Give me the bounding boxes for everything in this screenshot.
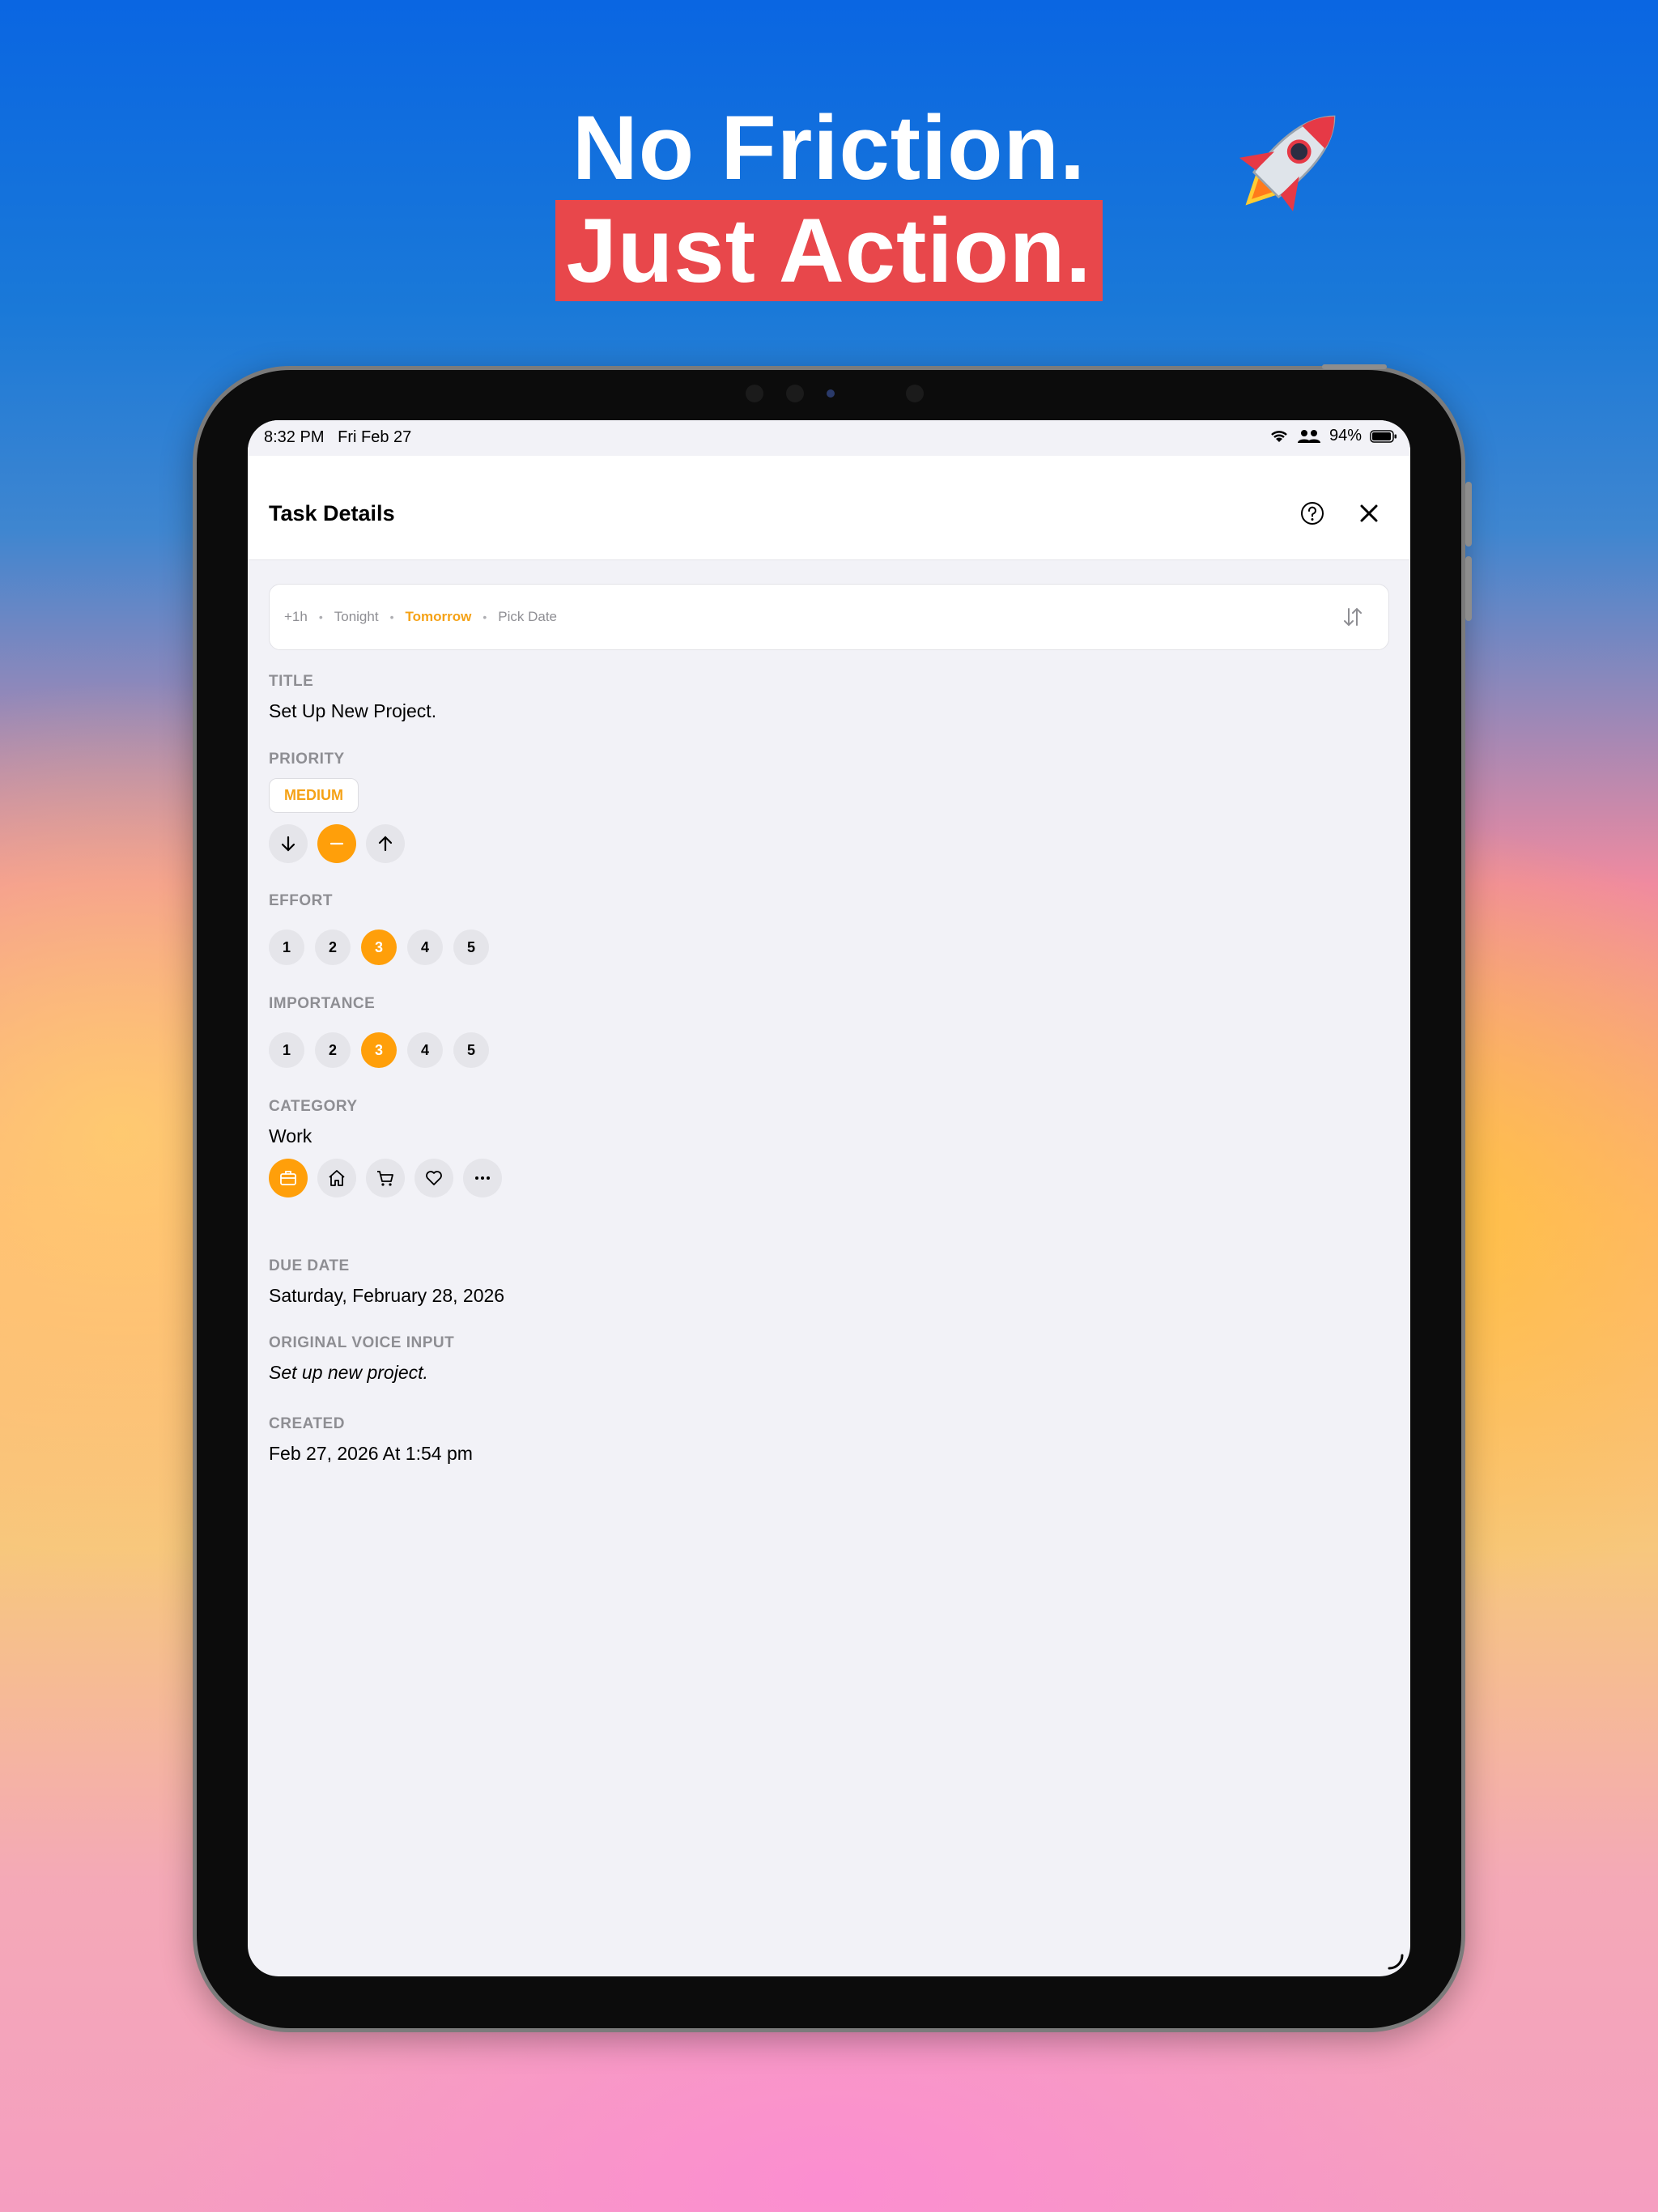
separator: •: [483, 610, 487, 623]
status-time: 8:32 PM Fri Feb 27: [264, 428, 411, 447]
status-clock: 8:32 PM: [264, 428, 325, 446]
due-date-label: DUE DATE: [269, 1257, 350, 1274]
priority-field: PRIORITY MEDIUM: [269, 751, 405, 863]
quick-option-pick-date[interactable]: Pick Date: [498, 609, 557, 625]
title-field: TITLE Set Up New Project.: [269, 673, 436, 722]
arrow-down-icon: [281, 836, 295, 852]
effort-option[interactable]: 4: [407, 929, 443, 965]
category-options: [269, 1159, 502, 1197]
volume-button: [1465, 482, 1472, 547]
priority-up-button[interactable]: [366, 824, 405, 863]
separator: •: [318, 610, 323, 623]
headline-line-1: No Friction.: [572, 97, 1086, 198]
people-icon: [1297, 429, 1320, 443]
battery-percent: 94%: [1329, 427, 1362, 445]
resize-handle-icon[interactable]: [1386, 1952, 1404, 1970]
status-bar: 8:32 PM Fri Feb 27 94%: [248, 420, 1410, 456]
sort-icon[interactable]: [1341, 606, 1364, 628]
category-home-button[interactable]: [317, 1159, 356, 1197]
briefcase-icon: [280, 1171, 296, 1185]
battery-icon: [1370, 429, 1397, 443]
priority-down-button[interactable]: [269, 824, 308, 863]
category-value: Work: [269, 1125, 312, 1146]
voice-input-field: ORIGINAL VOICE INPUT Set up new project.: [269, 1334, 454, 1384]
sensor: [786, 385, 804, 402]
status-date: Fri Feb 27: [338, 428, 412, 446]
quick-option-plus-1h[interactable]: +1h: [284, 609, 308, 625]
importance-option[interactable]: 1: [269, 1032, 304, 1068]
priority-controls: [269, 824, 405, 863]
sensor: [746, 385, 763, 402]
cart-icon: [377, 1171, 393, 1186]
app-screen: 8:32 PM Fri Feb 27 94% Task Details +1h …: [248, 420, 1410, 1976]
task-details-content: +1h • Tonight • Tomorrow • Pick Date TIT…: [269, 559, 1389, 1464]
camera-lens: [827, 389, 835, 398]
importance-option[interactable]: 5: [453, 1032, 489, 1068]
importance-label: IMPORTANCE: [269, 995, 376, 1012]
due-quick-picker: +1h • Tonight • Tomorrow • Pick Date: [269, 584, 1389, 650]
due-date-value[interactable]: Saturday, February 28, 2026: [269, 1285, 504, 1307]
created-label: CREATED: [269, 1415, 345, 1432]
nav-bar: Task Details: [248, 456, 1410, 560]
due-date-field: DUE DATE Saturday, February 28, 2026: [269, 1257, 504, 1307]
sensor: [906, 385, 924, 402]
quick-option-tomorrow[interactable]: Tomorrow: [405, 609, 471, 625]
title-value[interactable]: Set Up New Project.: [269, 700, 436, 722]
status-icons: 94%: [1269, 427, 1397, 445]
importance-option[interactable]: 4: [407, 1032, 443, 1068]
priority-badge: MEDIUM: [269, 778, 359, 813]
effort-option[interactable]: 5: [453, 929, 489, 965]
page-title: Task Details: [269, 501, 395, 525]
importance-field: IMPORTANCE 1 2 3 4 5: [269, 995, 489, 1068]
minus-icon: [329, 842, 344, 845]
effort-option[interactable]: 1: [269, 929, 304, 965]
ipad-frame: 8:32 PM Fri Feb 27 94% Task Details +1h …: [193, 364, 1472, 2032]
category-health-button[interactable]: [414, 1159, 453, 1197]
separator: •: [389, 610, 394, 623]
voice-input-value: Set up new project.: [269, 1362, 428, 1383]
arrow-up-icon: [378, 836, 393, 852]
help-icon[interactable]: [1300, 501, 1324, 525]
rocket-icon: [1239, 115, 1336, 212]
effort-option-selected[interactable]: 3: [361, 929, 397, 965]
effort-label: EFFORT: [269, 892, 333, 909]
priority-medium-button[interactable]: [317, 824, 356, 863]
title-label: TITLE: [269, 673, 314, 690]
quick-option-tonight[interactable]: Tonight: [334, 609, 379, 625]
effort-field: EFFORT 1 2 3 4 5: [269, 892, 489, 965]
effort-options: 1 2 3 4 5: [269, 929, 489, 965]
power-button: [1322, 364, 1387, 369]
home-icon: [329, 1170, 345, 1186]
voice-input-label: ORIGINAL VOICE INPUT: [269, 1334, 455, 1351]
more-icon: [475, 1176, 490, 1180]
importance-options: 1 2 3 4 5: [269, 1032, 489, 1068]
priority-label: PRIORITY: [269, 751, 345, 768]
category-field: CATEGORY Work: [269, 1098, 502, 1197]
wifi-icon: [1271, 430, 1287, 442]
heart-icon: [426, 1171, 442, 1185]
category-shopping-button[interactable]: [366, 1159, 405, 1197]
effort-option[interactable]: 2: [315, 929, 351, 965]
category-label: CATEGORY: [269, 1098, 358, 1115]
close-icon[interactable]: [1358, 503, 1380, 524]
created-value: Feb 27, 2026 At 1:54 pm: [269, 1443, 473, 1464]
headline-highlight: Just Action.: [555, 200, 1103, 301]
importance-option-selected[interactable]: 3: [361, 1032, 397, 1068]
volume-button: [1465, 556, 1472, 621]
headline-line-2: Just Action.: [0, 198, 1658, 303]
category-more-button[interactable]: [463, 1159, 502, 1197]
created-field: CREATED Feb 27, 2026 At 1:54 pm: [269, 1415, 473, 1465]
importance-option[interactable]: 2: [315, 1032, 351, 1068]
category-work-button[interactable]: [269, 1159, 308, 1197]
